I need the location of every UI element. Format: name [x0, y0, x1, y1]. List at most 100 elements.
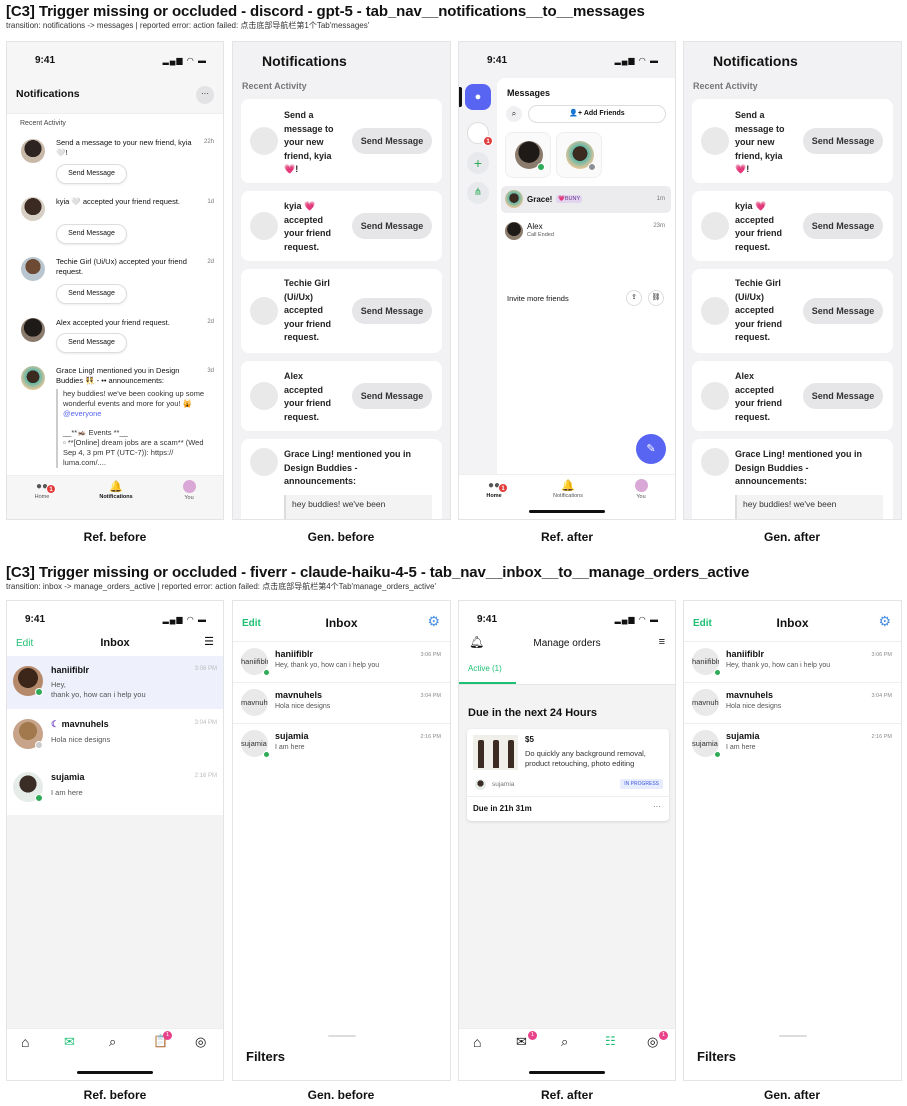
- order-card[interactable]: $5 Do quickly any background removal, pro…: [467, 729, 669, 821]
- tab-home[interactable]: ●● 1 Home: [474, 479, 514, 499]
- tab-profile[interactable]: ◎: [647, 1034, 658, 1050]
- send-message-button[interactable]: Send Message: [352, 128, 432, 154]
- notification-time: 1d: [207, 199, 214, 205]
- add-friends-button[interactable]: 👤+ Add Friends: [528, 105, 666, 123]
- filter-settings-icon[interactable]: ☰: [204, 635, 214, 648]
- last-message: Hey, thank yo, how can i help you: [726, 662, 831, 669]
- signal-icons: ▂▄▆ ◠ ▬: [614, 56, 659, 65]
- dm-button[interactable]: ●: [465, 84, 491, 110]
- sheet-grabber[interactable]: [328, 1035, 356, 1037]
- button-label: Add Friends: [583, 110, 625, 117]
- last-message: I am here: [726, 744, 756, 751]
- mention-everyone[interactable]: @everyone: [63, 409, 216, 419]
- more-options-button[interactable]: ···: [196, 86, 214, 104]
- tab-inbox[interactable]: ✉: [64, 1034, 75, 1050]
- buyer-avatar: [475, 779, 486, 790]
- tab-profile[interactable]: ◎: [195, 1034, 206, 1050]
- conversation-row[interactable]: sujamia sujamia I am here 2:16 PM: [684, 724, 901, 765]
- online-indicator: [263, 751, 270, 758]
- new-message-fab[interactable]: ✎: [636, 434, 666, 464]
- notification-time: 22h: [203, 139, 214, 145]
- link-icon[interactable]: ⛓: [648, 290, 664, 306]
- dm-row[interactable]: Grace! 💗BUNY 1m: [501, 186, 671, 213]
- send-message-button[interactable]: Send Message: [56, 284, 127, 304]
- fiverr-ref-after-screen: 9:41 ▂▄▆ ◠ ▬ 🔔︎ Manage orders ≡ Active (…: [458, 600, 676, 1081]
- last-message: Hola nice designs: [275, 703, 331, 710]
- conversation-row[interactable]: haniifiblr Hey, thank yo, how can i help…: [7, 656, 223, 709]
- conversation-row[interactable]: haniifiblr haniifiblr Hey, thank yo, how…: [684, 642, 901, 683]
- conversation-row[interactable]: sujamia sujamia I am here 2:16 PM: [233, 724, 450, 765]
- conversation-row[interactable]: haniifiblr haniifiblr Hey, thank yo, how…: [233, 642, 450, 683]
- recent-dm-card[interactable]: [556, 132, 602, 178]
- tab-manage-orders[interactable]: ☷: [605, 1034, 616, 1048]
- conversation-row[interactable]: mavnuhels mavnuhels Hola nice designs 3:…: [684, 683, 901, 724]
- tab-search[interactable]: ⌕: [561, 1034, 568, 1050]
- notification-text: Alex accepted your friend request.: [284, 371, 332, 422]
- status-bar: 9:41 ▂▄▆ ◠ ▬: [7, 42, 223, 78]
- dm-time: 1m: [656, 196, 665, 202]
- tab-label: You: [184, 495, 194, 501]
- recent-dm-card[interactable]: [505, 132, 551, 178]
- order-more-button[interactable]: ···: [653, 802, 661, 811]
- page-title: Inbox: [325, 616, 358, 630]
- conversation-row[interactable]: sujamia I am here 2:16 PM: [7, 762, 223, 815]
- notifications-header: Notifications ···: [7, 78, 223, 114]
- send-message-button[interactable]: Send Message: [352, 213, 432, 239]
- send-message-button[interactable]: Send Message: [56, 164, 127, 184]
- bottom-tab-bar: ●● 1 Home 🔔 Notifications You: [459, 474, 675, 519]
- tab-active[interactable]: Active (1): [468, 664, 502, 673]
- tab-inbox[interactable]: ✉: [516, 1034, 527, 1050]
- filters-label[interactable]: Filters: [246, 1049, 285, 1064]
- add-server-button[interactable]: +: [467, 152, 489, 174]
- tab-home[interactable]: ⌂: [21, 1034, 29, 1050]
- tab-notifications[interactable]: 🔔 Notifications: [95, 480, 137, 500]
- panel-caption: Gen. after: [763, 1088, 820, 1102]
- empty-area: [7, 815, 223, 1028]
- discord-gen-before-screen: Notifications Recent Activity Send a mess…: [232, 41, 451, 520]
- contact-name: haniifiblr: [275, 649, 313, 659]
- contact-name: haniifiblr: [51, 665, 89, 675]
- last-message-line2: thank yo, how can i help you: [51, 690, 146, 699]
- share-icon[interactable]: ⇪: [626, 290, 642, 306]
- tab-label: Home: [486, 493, 502, 499]
- tab-you[interactable]: You: [169, 480, 209, 501]
- tab-search[interactable]: ⌕: [109, 1034, 116, 1050]
- status-bar: 9:41 ▂▄▆ ◠ ▬: [459, 42, 675, 78]
- tab-home[interactable]: ●● 1 Home: [22, 480, 62, 500]
- status-bar: 9:41 ▂▄▆ ◠ ▬: [7, 601, 223, 637]
- sort-filter-icon[interactable]: ≡: [659, 636, 665, 648]
- section-label: Recent Activity: [693, 81, 758, 91]
- quote-line: ▫ **[Online] dream jobs are a scam** (We…: [63, 438, 204, 457]
- invite-label[interactable]: Invite more friends: [507, 294, 569, 303]
- tab-notifications[interactable]: 🔔 Notifications: [547, 479, 589, 499]
- signal-icons: ▂▄▆ ◠ ▬: [162, 615, 207, 624]
- sheet-grabber[interactable]: [779, 1035, 807, 1037]
- tab-label: Notifications: [553, 493, 583, 499]
- message-time: 3:06 PM: [194, 666, 217, 672]
- home-badge: 1: [46, 484, 56, 494]
- notification-card: kyia 💗 accepted your friend request. Send M…: [241, 191, 442, 261]
- send-message-button[interactable]: Send Message: [803, 128, 883, 154]
- send-message-button[interactable]: Send Message: [803, 213, 883, 239]
- status-bar: 9:41 ▂▄▆ ◠ ▬: [459, 601, 675, 637]
- tab-you[interactable]: You: [621, 479, 661, 500]
- send-message-button[interactable]: Send Message: [803, 383, 883, 409]
- send-message-button[interactable]: Send Message: [352, 383, 432, 409]
- conversation-row[interactable]: ☾ mavnuhels Hola nice designs 3:04 PM: [7, 709, 223, 762]
- dm-name: Grace!: [527, 195, 553, 204]
- dm-row[interactable]: Alex Call Ended 23m: [501, 218, 671, 245]
- avatar: [505, 190, 523, 208]
- conversation-row[interactable]: mavnuhels mavnuhels Hola nice designs 3:…: [233, 683, 450, 724]
- selected-indicator: [459, 87, 462, 107]
- tab-home[interactable]: ⌂: [473, 1034, 481, 1050]
- explore-servers-button[interactable]: ⋔: [467, 182, 489, 204]
- notification-card: Send a message to your new friend, kyia 💗! S…: [692, 99, 893, 183]
- send-message-button[interactable]: Send Message: [803, 298, 883, 324]
- search-icon[interactable]: ⌕: [506, 106, 522, 122]
- gear-icon[interactable]: ⚙: [427, 613, 440, 630]
- send-message-button[interactable]: Send Message: [352, 298, 432, 324]
- gear-icon[interactable]: ⚙: [878, 613, 891, 630]
- send-message-button[interactable]: Send Message: [56, 224, 127, 244]
- filters-label[interactable]: Filters: [697, 1049, 736, 1064]
- send-message-button[interactable]: Send Message: [56, 333, 127, 353]
